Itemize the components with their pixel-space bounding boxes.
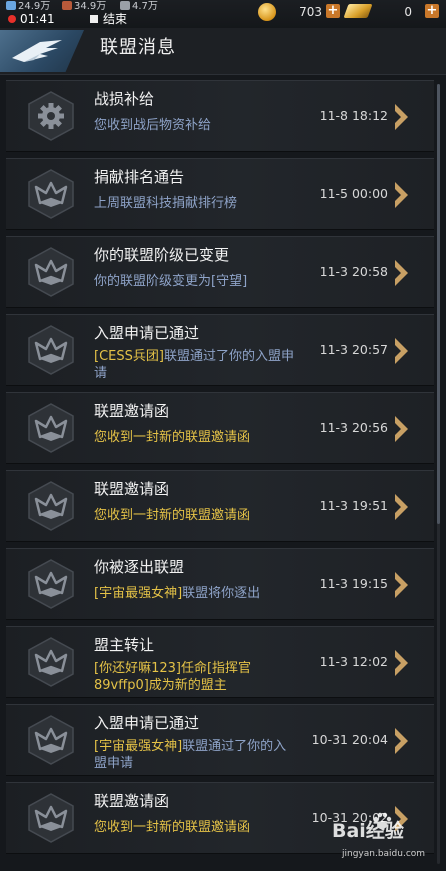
chevron-right-icon xyxy=(395,416,408,442)
page-header xyxy=(0,28,446,75)
chevron-right-icon xyxy=(395,728,408,754)
back-button[interactable] xyxy=(0,30,84,72)
stop-icon xyxy=(90,15,98,23)
message-title: 捐献排名通告 xyxy=(94,168,185,186)
message-date: 10-31 20:04 xyxy=(311,732,388,747)
page-title: 联盟消息 xyxy=(100,37,176,58)
message-date: 11-5 00:00 xyxy=(319,186,388,201)
message-title: 战损补给 xyxy=(94,90,155,108)
watermark-url: jingyan.baidu.com xyxy=(342,849,426,859)
gold-bar-icon xyxy=(343,4,373,18)
message-desc: 您收到一封新的联盟邀请函 xyxy=(94,430,251,445)
message-item[interactable]: 捐献排名通告 上周联盟科技捐献排行榜 11-5 00:00 xyxy=(6,158,434,230)
stop-recording-button[interactable]: 结束 xyxy=(90,12,127,26)
coin-icon xyxy=(258,3,276,21)
alliance-emblem-icon xyxy=(26,481,76,531)
message-item[interactable]: 入盟申请已通过 [CESS兵团]联盟通过了你的入盟申请 11-3 20:57 xyxy=(6,314,434,386)
message-item[interactable]: 你的联盟阶级已变更 你的联盟阶级变更为[守望] 11-3 20:58 xyxy=(6,236,434,308)
alliance-emblem-icon xyxy=(26,559,76,609)
alliance-emblem-icon xyxy=(26,169,76,219)
message-desc: 您收到战后物资补给 xyxy=(94,118,212,133)
message-desc: [宇宙最强女神]联盟将你逐出 xyxy=(94,586,261,601)
message-item[interactable]: 联盟邀请函 您收到一封新的联盟邀请函 11-3 20:56 xyxy=(6,392,434,464)
message-item[interactable]: 盟主转让 [你还好嘛123]任命[指挥官89vffp0]成为新的盟主 11-3 … xyxy=(6,626,434,698)
message-title: 入盟申请已通过 xyxy=(94,324,200,342)
gear-icon xyxy=(26,91,76,141)
message-desc: [宇宙最强女神]联盟通过了你的入盟申请 xyxy=(94,739,287,771)
chevron-right-icon xyxy=(395,650,408,676)
scrollbar-thumb[interactable] xyxy=(437,84,440,524)
alliance-emblem-icon xyxy=(26,793,76,843)
message-title: 入盟申请已通过 xyxy=(94,714,200,732)
message-item[interactable]: 你被逐出联盟 [宇宙最强女神]联盟将你逐出 11-3 19:15 xyxy=(6,548,434,620)
message-date: 11-8 18:12 xyxy=(319,108,388,123)
ore-icon xyxy=(62,1,72,10)
message-title: 联盟邀请函 xyxy=(94,402,170,420)
message-date: 11-3 12:02 xyxy=(319,654,388,669)
chevron-right-icon xyxy=(395,572,408,598)
message-desc: 上周联盟科技捐献排行榜 xyxy=(94,196,238,211)
message-date: 11-3 20:56 xyxy=(319,420,388,435)
watermark-brand: Bai经验 xyxy=(332,820,404,842)
message-title: 盟主转让 xyxy=(94,636,155,654)
coin-count: 703 xyxy=(299,5,322,19)
message-date: 11-3 19:51 xyxy=(319,498,388,513)
chevron-right-icon xyxy=(395,338,408,364)
chevron-right-icon xyxy=(395,182,408,208)
chevron-right-icon xyxy=(395,494,408,520)
message-date: 11-3 20:57 xyxy=(319,342,388,357)
chevron-right-icon xyxy=(395,104,408,130)
alliance-emblem-icon xyxy=(26,715,76,765)
message-desc: [CESS兵团]联盟通过了你的入盟申请 xyxy=(94,349,294,381)
add-gold-button[interactable]: + xyxy=(425,4,439,18)
message-desc: 您收到一封新的联盟邀请函 xyxy=(94,508,251,523)
status-bar: 24.9万 34.9万 4.7万 01:41 结束 703 + 0 + xyxy=(0,0,446,28)
message-date: 11-3 19:15 xyxy=(319,576,388,591)
message-item[interactable]: 联盟邀请函 您收到一封新的联盟邀请函 11-3 19:51 xyxy=(6,470,434,542)
add-coins-button[interactable]: + xyxy=(326,4,340,18)
back-wing-icon xyxy=(12,40,62,62)
alliance-emblem-icon xyxy=(26,247,76,297)
message-item[interactable]: 入盟申请已通过 [宇宙最强女神]联盟通过了你的入盟申请 10-31 20:04 xyxy=(6,704,434,776)
recording-timer: 01:41 xyxy=(8,12,55,26)
alliance-emblem-icon xyxy=(26,325,76,375)
message-item[interactable]: 战损补给 您收到战后物资补给 11-8 18:12 xyxy=(6,80,434,152)
message-desc: 你的联盟阶级变更为[守望] xyxy=(94,274,248,289)
watermark: Bai经验 jingyan.baidu.com xyxy=(328,808,440,866)
message-title: 联盟邀请函 xyxy=(94,480,170,498)
alliance-emblem-icon xyxy=(26,403,76,453)
chevron-right-icon xyxy=(395,260,408,286)
message-title: 联盟邀请函 xyxy=(94,792,170,810)
alloy-icon xyxy=(120,1,130,10)
record-dot-icon xyxy=(8,15,16,23)
message-title: 你的联盟阶级已变更 xyxy=(94,246,230,264)
message-desc: 您收到一封新的联盟邀请函 xyxy=(94,820,251,835)
crystal-icon xyxy=(6,1,16,10)
list-scrollbar[interactable] xyxy=(437,84,440,864)
message-desc: [你还好嘛123]任命[指挥官89vffp0]成为新的盟主 xyxy=(94,661,252,693)
message-title: 你被逐出联盟 xyxy=(94,558,185,576)
gold-count: 0 xyxy=(404,5,412,19)
alliance-emblem-icon xyxy=(26,637,76,687)
message-date: 11-3 20:58 xyxy=(319,264,388,279)
